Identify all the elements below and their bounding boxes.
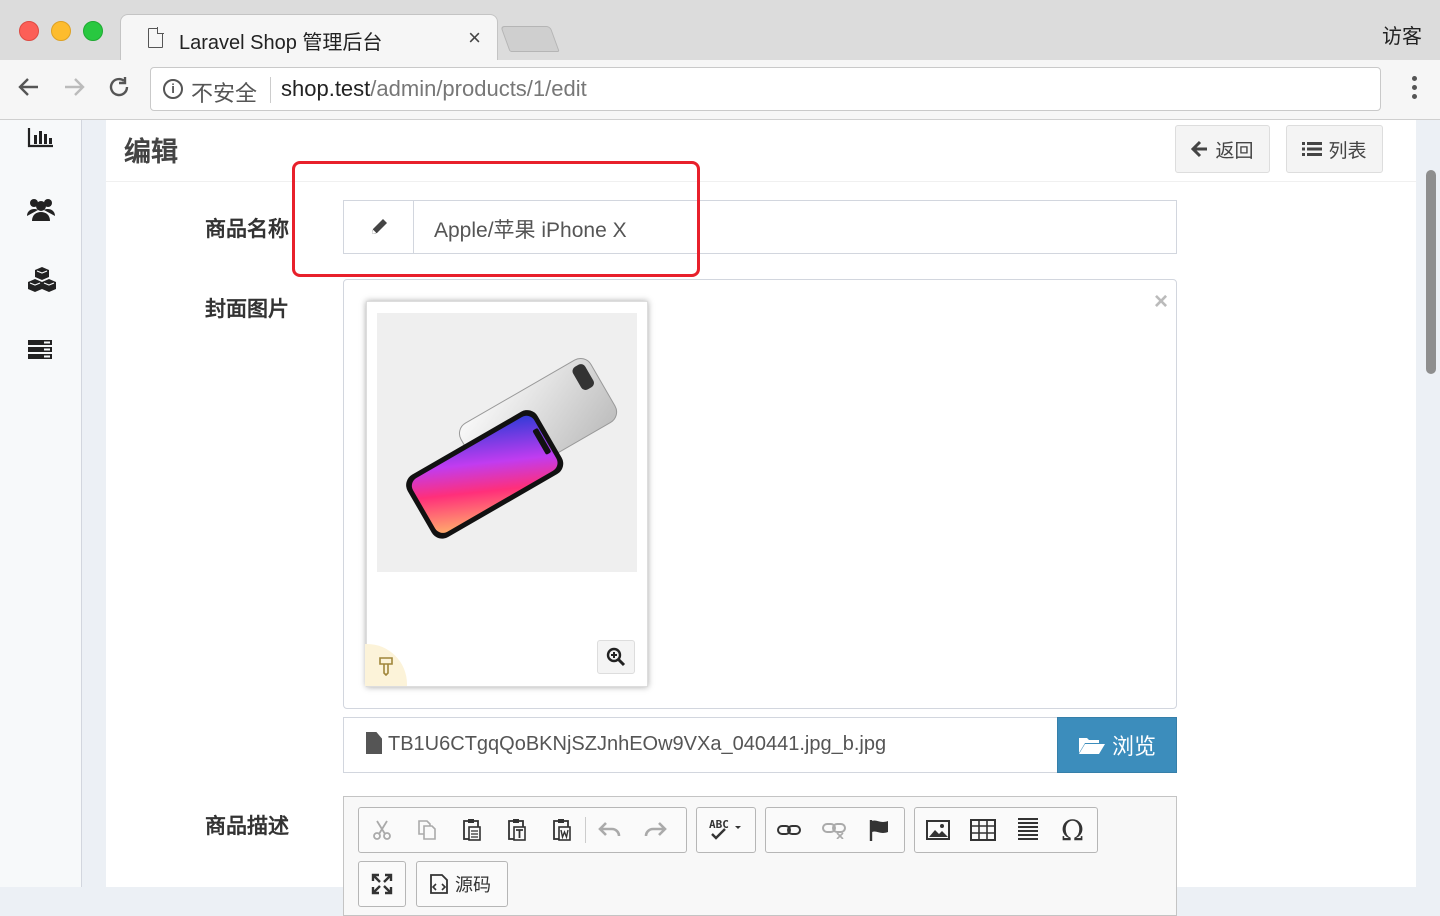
url-path: /admin/products/1/edit [370,76,587,101]
source-button-label: 源码 [455,875,491,895]
drag-handle-icon[interactable] [365,644,407,686]
url-text[interactable]: shop.test/admin/products/1/edit [281,76,587,102]
folder-open-icon [1078,738,1105,754]
list-icon [1302,142,1323,156]
zoom-window-button[interactable] [83,21,103,41]
source-toolbar-group: 源码 [416,861,508,907]
svg-text:ABC: ABC [709,818,729,831]
users-icon[interactable] [27,196,57,222]
forward-arrow-icon[interactable] [61,74,87,106]
source-icon [430,874,448,894]
bar-chart-icon[interactable] [27,126,57,152]
paste-text-icon[interactable] [494,808,539,852]
address-bar[interactable]: i 不安全 shop.test/admin/products/1/edit [150,67,1381,111]
page-scrollbar[interactable] [1426,170,1436,374]
insert-toolbar-group: Ω [914,807,1098,853]
spellcheck-toolbar-group: ABC [696,807,756,853]
anchor-flag-icon[interactable] [856,808,901,852]
page-title: 编辑 [124,137,178,167]
back-arrow-icon[interactable] [16,74,42,106]
main-content: 编辑 返回 列表 商品名称 Apple/苹果 iPhone X 封面图片 × T… [106,120,1416,916]
browser-menu-icon[interactable] [1412,76,1418,103]
description-label: 商品描述 [205,815,289,838]
name-label: 商品名称 [205,218,289,241]
paste-word-icon[interactable] [539,808,584,852]
undo-icon[interactable] [587,808,632,852]
table-icon[interactable] [960,808,1005,852]
cubes-icon[interactable] [27,266,57,292]
file-name: TB1U6CTgqQoBKNjSZJnhEOw9VXa_040441.jpg_b… [388,733,887,755]
unlink-icon[interactable] [811,808,856,852]
maximize-icon[interactable] [359,862,404,906]
link-icon[interactable] [766,808,811,852]
admin-sidebar [0,120,82,887]
close-window-button[interactable] [19,21,39,41]
omnibox-divider [270,77,271,103]
clipboard-toolbar-group [358,807,687,853]
tab-close-icon[interactable]: × [468,25,481,51]
arrow-left-icon [1191,140,1208,158]
spellcheck-icon[interactable]: ABC [697,808,755,852]
browse-button[interactable]: 浏览 [1057,717,1177,773]
file-preview-box: × [343,279,1177,709]
zoom-in-icon [606,647,626,667]
horizontal-rule-icon[interactable] [1005,808,1050,852]
back-button[interactable]: 返回 [1175,125,1270,173]
browser-titlebar: Laravel Shop 管理后台 × 访客 [0,0,1440,60]
tab-title: Laravel Shop 管理后台 [179,32,383,54]
url-host: shop.test [281,76,371,101]
browser-toolbar: i 不安全 shop.test/admin/products/1/edit [0,60,1440,120]
zoom-button[interactable] [597,640,635,674]
image-thumbnail [365,301,648,687]
file-caption[interactable]: TB1U6CTgqQoBKNjSZJnhEOw9VXa_040441.jpg_b… [343,717,1177,773]
back-button-label: 返回 [1215,140,1254,162]
browse-button-label: 浏览 [1111,734,1156,759]
maximize-toolbar-group [358,861,406,907]
reload-icon[interactable] [106,74,132,106]
highlight-annotation [292,161,700,277]
image-icon[interactable] [915,808,960,852]
paste-icon[interactable] [449,808,494,852]
source-button[interactable]: 源码 [417,862,507,906]
toolbar-separator [585,817,586,843]
rich-text-editor[interactable]: ABC Ω 源码 [343,796,1177,916]
redo-icon[interactable] [632,808,677,852]
info-icon[interactable]: i [163,79,183,99]
product-image [377,313,637,572]
server-icon[interactable] [27,338,57,364]
list-button-label: 列表 [1328,140,1367,162]
security-label[interactable]: 不安全 [191,76,257,108]
file-icon [366,732,382,754]
cut-icon[interactable] [359,808,404,852]
cover-label: 封面图片 [205,298,289,321]
special-char-omega-icon[interactable]: Ω [1050,808,1095,852]
document-icon [148,27,164,48]
minimize-window-button[interactable] [51,21,71,41]
new-tab-button[interactable] [500,26,560,52]
browser-tab[interactable]: Laravel Shop 管理后台 × [120,14,498,60]
profile-label[interactable]: 访客 [1382,20,1422,49]
copy-icon[interactable] [404,808,449,852]
list-button[interactable]: 列表 [1286,125,1383,173]
close-icon[interactable]: × [1154,288,1168,316]
link-toolbar-group [765,807,905,853]
